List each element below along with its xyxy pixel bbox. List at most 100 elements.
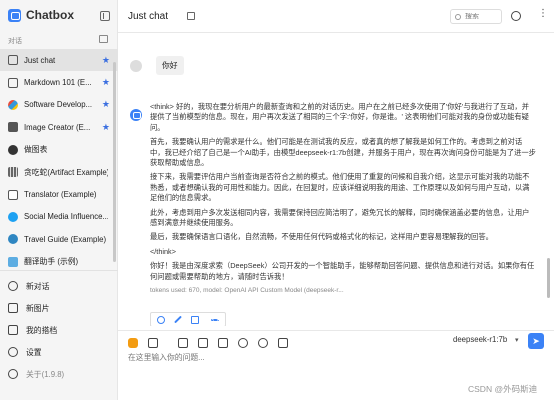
- bot-paragraph: 接下来，我需要评估用户当前查询是否符合之前的模式。他们使用了重复的问候和自我介绍…: [150, 172, 530, 203]
- about-button[interactable]: 关于(1.9.8): [0, 363, 118, 385]
- chat-item-label: Just chat: [24, 55, 56, 65]
- chat-item-label: Markdown 101 (E...: [24, 78, 92, 88]
- message-toolbar: [150, 312, 226, 326]
- search-icon: [455, 13, 461, 20]
- message-list: 你好 <think> 好的，我现在要分析用户的最新查询和之前的对话历史。用户在之…: [118, 34, 548, 326]
- chat-item-software-dev[interactable]: Software Develop... ★: [0, 94, 118, 116]
- plus-circle-icon: [8, 281, 18, 291]
- developer-avatar-icon: [8, 99, 18, 110]
- bot-paragraph: 你好！我是由深度求索（DeepSeek）公司开发的一个智能助手，能够帮助回答问题…: [150, 261, 535, 281]
- model-brand-icon[interactable]: [128, 338, 138, 348]
- my-partners-label: 我的搭档: [26, 325, 58, 335]
- chat-icon: [8, 77, 18, 88]
- watermark: CSDN @外码斯迪: [468, 384, 538, 394]
- message-meta: tokens used: 670, model: OpenAI API Cust…: [150, 287, 344, 295]
- settings-button[interactable]: 设置: [0, 341, 118, 363]
- chat-list: Just chat ★ Markdown 101 (E... ★ Softwar…: [0, 49, 118, 273]
- chat-item-label: Translator (Example): [24, 190, 97, 200]
- header: Just chat ⋮: [118, 0, 554, 33]
- workflow-icon[interactable]: [278, 338, 288, 348]
- composer[interactable]: [128, 352, 538, 368]
- bot-paragraph: 此外，考虑到用户多次发送相同内容，我需要保持回应简洁明了，避免冗长的解释，同时确…: [150, 207, 530, 228]
- bot-avatar-icon: [130, 109, 142, 121]
- chat-item-translator[interactable]: Translator (Example): [0, 183, 118, 205]
- bot-paragraph: <think> 好的，我现在要分析用户的最新查询和之前的对话历史。用户在之前已经…: [150, 102, 529, 132]
- star-icon[interactable]: ★: [102, 122, 110, 133]
- bot-paragraph: </think>: [150, 246, 176, 256]
- user-avatar: [130, 59, 142, 72]
- my-partners-button[interactable]: 我的搭档: [0, 319, 118, 341]
- page-title: Just chat: [128, 11, 169, 22]
- edit-icon[interactable]: [174, 315, 182, 324]
- history-icon[interactable]: [511, 11, 521, 21]
- star-icon[interactable]: ★: [102, 99, 110, 110]
- chart-avatar-icon: [8, 144, 18, 155]
- chat-item-label: 翻译助手 (示例): [24, 257, 79, 267]
- gear-icon: [8, 347, 18, 357]
- bot-message: <think> 好的，我现在要分析用户的最新查询和之前的对话历史。用户在之前已经…: [150, 102, 536, 297]
- chat-item-label: 做图表: [24, 145, 48, 155]
- chevron-down-icon[interactable]: ▾: [515, 336, 519, 344]
- user-message: 你好: [130, 56, 184, 75]
- user-message-text: 你好: [156, 56, 184, 75]
- sidebar-scrollbar[interactable]: [113, 62, 116, 262]
- sidebar: Chatbox 对话 Just chat ★ Markdown 101 (E..…: [0, 0, 118, 400]
- image-plus-icon: [8, 303, 18, 313]
- version-label: 关于(1.9.8): [26, 369, 65, 379]
- chatbox-logo-icon: [8, 8, 21, 22]
- chat-item-chart[interactable]: 做图表: [0, 139, 118, 161]
- new-chat-label: 新对话: [26, 281, 50, 291]
- sidebar-bottom: 新对话 新图片 我的搭档 设置 关于(1.9.8): [0, 270, 118, 385]
- attachment-icon[interactable]: [218, 338, 228, 348]
- new-image-label: 新图片: [26, 303, 50, 313]
- chat-item-label: Social Media Influence...: [24, 212, 108, 222]
- collapse-sidebar-icon[interactable]: [100, 11, 110, 21]
- chat-icon: [8, 55, 18, 66]
- app-name: Chatbox: [26, 8, 74, 22]
- message-input[interactable]: [128, 352, 538, 368]
- translate-icon: [8, 189, 18, 200]
- search-box[interactable]: [450, 9, 502, 24]
- chat-item-image-creator[interactable]: Image Creator (E... ★: [0, 116, 118, 138]
- more-icon[interactable]: ⋮: [538, 9, 548, 19]
- send-button[interactable]: ➤: [528, 333, 544, 349]
- section-label: 对话: [8, 38, 22, 45]
- chat-item-social-media[interactable]: Social Media Influence...: [0, 206, 118, 228]
- new-chat-button[interactable]: 新对话: [0, 275, 118, 297]
- globe-icon[interactable]: [258, 338, 268, 348]
- copy-icon[interactable]: [191, 315, 199, 324]
- eraser-icon[interactable]: [178, 338, 188, 348]
- edit-title-icon[interactable]: [187, 12, 195, 20]
- image-icon: [8, 122, 18, 133]
- main-scrollbar[interactable]: [547, 258, 550, 298]
- star-icon[interactable]: ★: [102, 55, 110, 66]
- chat-item-label: Image Creator (E...: [24, 122, 91, 132]
- settings-label: 设置: [26, 347, 42, 357]
- chat-item-snake[interactable]: 贪吃蛇(Artifact Example): [0, 161, 118, 183]
- model-selector[interactable]: deepseek-r1:7b: [453, 335, 507, 344]
- link-icon[interactable]: [238, 338, 248, 348]
- chat-item-label: Travel Guide (Example): [24, 234, 107, 244]
- translate-avatar-icon: [8, 256, 18, 267]
- image-icon[interactable]: [198, 338, 208, 348]
- new-image-button[interactable]: 新图片: [0, 297, 118, 319]
- star-icon[interactable]: ★: [102, 77, 110, 88]
- bot-paragraph: 最后，我要确保语言口语化，自然流畅，不使用任何代码或格式化的标记，这样用户更容易…: [150, 232, 493, 242]
- chat-item-markdown[interactable]: Markdown 101 (E... ★: [0, 71, 118, 93]
- chat-item-just-chat[interactable]: Just chat ★: [0, 49, 118, 72]
- clear-icon[interactable]: [148, 338, 158, 348]
- partners-icon: [8, 325, 18, 335]
- twitter-icon: [8, 211, 18, 222]
- chat-item-label: 贪吃蛇(Artifact Example): [24, 167, 108, 177]
- bot-paragraph: 首先，我要确认用户的需求是什么。他们可能是在测试我的反应，或者真的想了解我是如何…: [150, 137, 536, 168]
- chat-item-travel-guide[interactable]: Travel Guide (Example): [0, 228, 118, 250]
- info-icon: [8, 369, 18, 379]
- archive-icon[interactable]: [99, 35, 108, 43]
- chat-item-label: Software Develop...: [24, 100, 93, 110]
- search-input[interactable]: [465, 13, 499, 20]
- brand: Chatbox: [8, 8, 74, 22]
- grid-avatar-icon: [8, 167, 18, 178]
- globe-avatar-icon: [8, 234, 18, 245]
- regenerate-icon[interactable]: [157, 315, 165, 324]
- more-options-icon[interactable]: [211, 318, 219, 321]
